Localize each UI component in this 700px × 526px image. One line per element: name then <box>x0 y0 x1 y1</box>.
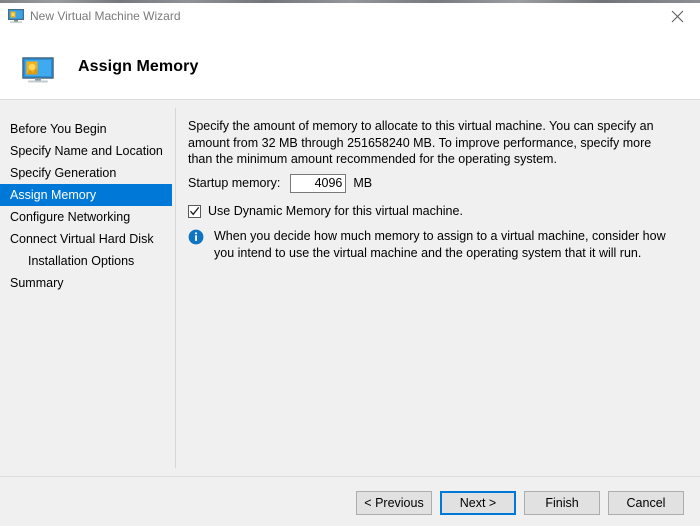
main-content: Specify the amount of memory to allocate… <box>188 118 680 168</box>
sidebar-item-connect-virtual-hard-disk[interactable]: Connect Virtual Hard Disk <box>0 228 172 250</box>
info-note-text: When you decide how much memory to assig… <box>214 228 678 261</box>
wizard-footer: < Previous Next > Finish Cancel <box>0 477 700 526</box>
sidebar-item-assign-memory[interactable]: Assign Memory <box>0 184 172 206</box>
panel-divider <box>175 108 176 468</box>
startup-memory-input[interactable] <box>290 174 346 193</box>
dynamic-memory-checkbox[interactable] <box>188 205 201 218</box>
startup-memory-unit: MB <box>353 176 372 190</box>
info-icon <box>188 229 204 245</box>
wizard-window: New Virtual Machine Wizard Assign M <box>0 0 700 526</box>
dynamic-memory-label: Use Dynamic Memory for this virtual mach… <box>208 204 463 218</box>
cancel-button[interactable]: Cancel <box>608 491 684 515</box>
page-title: Assign Memory <box>78 58 198 76</box>
sidebar-item-installation-options[interactable]: Installation Options <box>0 250 172 272</box>
footer-button-row: < Previous Next > Finish Cancel <box>356 491 684 515</box>
sidebar-item-specify-generation[interactable]: Specify Generation <box>0 162 172 184</box>
dynamic-memory-checkbox-row[interactable]: Use Dynamic Memory for this virtual mach… <box>188 202 463 220</box>
sidebar-item-summary[interactable]: Summary <box>0 272 172 294</box>
sidebar-item-before-you-begin[interactable]: Before You Begin <box>0 118 172 140</box>
startup-memory-row: Startup memory: MB <box>188 172 372 194</box>
previous-button[interactable]: < Previous <box>356 491 432 515</box>
description-text: Specify the amount of memory to allocate… <box>188 118 674 168</box>
startup-memory-label: Startup memory: <box>188 176 280 190</box>
close-icon <box>671 10 684 23</box>
window-title: New Virtual Machine Wizard <box>30 9 181 23</box>
virtual-machine-monitor-icon <box>8 8 24 24</box>
page-header: Assign Memory <box>0 29 700 100</box>
title-bar: New Virtual Machine Wizard <box>0 3 700 30</box>
sidebar-item-specify-name-and-location[interactable]: Specify Name and Location <box>0 140 172 162</box>
next-button[interactable]: Next > <box>440 491 516 515</box>
sidebar-item-configure-networking[interactable]: Configure Networking <box>0 206 172 228</box>
wizard-steps-nav: Before You Begin Specify Name and Locati… <box>0 118 172 294</box>
finish-button[interactable]: Finish <box>524 491 600 515</box>
close-button[interactable] <box>654 3 700 29</box>
info-note: When you decide how much memory to assig… <box>188 228 678 261</box>
virtual-machine-monitor-icon <box>22 55 54 87</box>
